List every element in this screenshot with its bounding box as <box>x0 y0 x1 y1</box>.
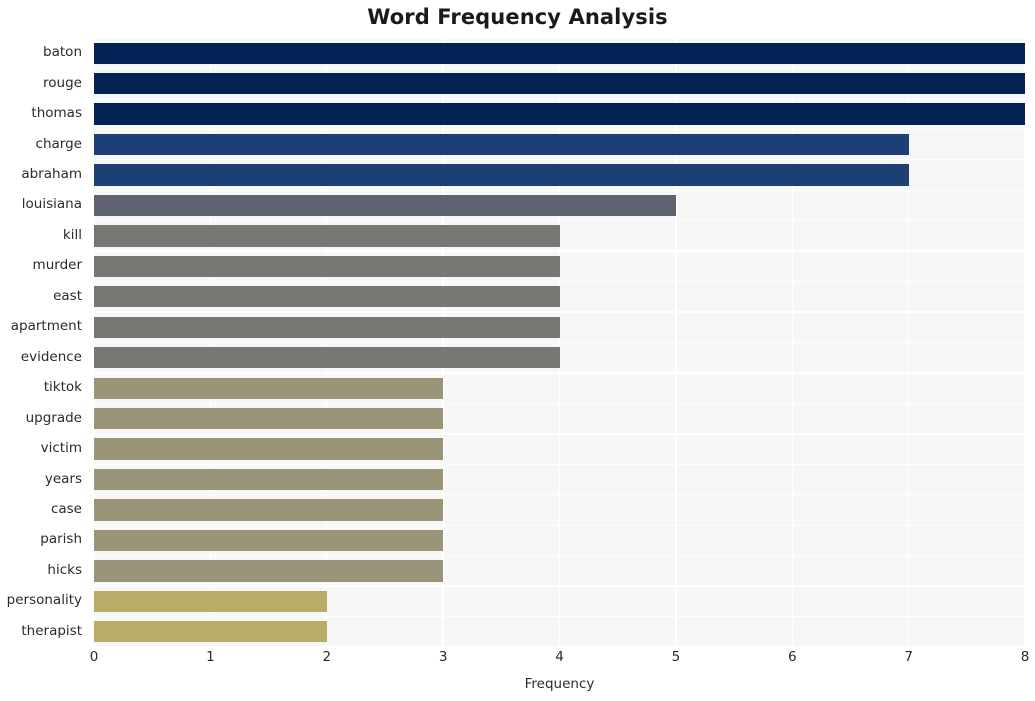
bar <box>94 73 1025 95</box>
bar <box>94 499 444 521</box>
bar <box>94 560 444 582</box>
y-tick-label-murder: murder <box>32 257 82 274</box>
bar <box>94 347 560 369</box>
bar <box>94 286 560 308</box>
bar <box>94 621 327 643</box>
x-tick-label-7: 7 <box>904 649 913 665</box>
bar <box>94 225 560 247</box>
y-tick-label-charge: charge <box>35 135 82 152</box>
bar <box>94 164 909 186</box>
x-axis-tick-labels: 0 1 2 3 4 5 6 7 8 <box>90 649 1030 673</box>
y-tick-label-tiktok: tiktok <box>43 379 82 396</box>
y-tick-label-abraham: abraham <box>21 166 82 183</box>
bar <box>94 468 444 491</box>
y-tick-label-hicks: hicks <box>47 561 82 578</box>
x-tick-label-0: 0 <box>89 649 99 665</box>
bar <box>94 255 560 278</box>
bar <box>94 590 327 612</box>
x-tick-label-4: 4 <box>555 649 564 665</box>
y-tick-label-baton: baton <box>43 44 82 61</box>
bar <box>94 42 1025 64</box>
bar <box>94 133 909 156</box>
y-tick-label-rouge: rouge <box>43 74 82 91</box>
bar <box>94 377 444 399</box>
bar <box>94 103 1025 125</box>
bar <box>94 194 676 217</box>
chart-title: Word Frequency Analysis <box>367 5 668 29</box>
y-tick-label-case: case <box>50 500 82 517</box>
y-tick-label-kill: kill <box>62 226 82 243</box>
x-tick-label-6: 6 <box>787 649 797 665</box>
x-tick-label-1: 1 <box>206 649 215 665</box>
plot-area <box>93 37 1026 648</box>
chart-figure: Word Frequency Analysis baton rouge thomas… <box>0 0 1035 701</box>
y-tick-label-apartment: apartment <box>10 318 82 335</box>
y-tick-label-thomas: thomas <box>31 105 82 122</box>
x-tick-label-8: 8 <box>1020 649 1030 665</box>
y-axis-tick-labels: baton rouge thomas charge abraham louisiana ki… <box>0 38 88 647</box>
bars-layer <box>94 38 1025 647</box>
y-tick-label-victim: victim <box>40 440 82 457</box>
y-tick-label-louisiana: louisiana <box>21 196 82 213</box>
x-axis-label: Frequency <box>524 676 595 692</box>
x-tick-label-3: 3 <box>438 649 448 665</box>
x-tick-label-5: 5 <box>671 649 681 665</box>
y-tick-label-years: years <box>44 470 82 487</box>
y-tick-label-personality: personality <box>6 592 82 609</box>
y-tick-label-parish: parish <box>40 531 82 548</box>
y-tick-label-upgrade: upgrade <box>25 409 82 426</box>
bar <box>94 529 444 552</box>
bar <box>94 407 444 430</box>
y-tick-label-east: east <box>53 287 82 304</box>
y-tick-label-therapist: therapist <box>21 622 82 639</box>
bar <box>94 438 444 460</box>
y-tick-label-evidence: evidence <box>20 348 82 365</box>
bar <box>94 316 560 338</box>
x-tick-label-2: 2 <box>322 649 332 665</box>
